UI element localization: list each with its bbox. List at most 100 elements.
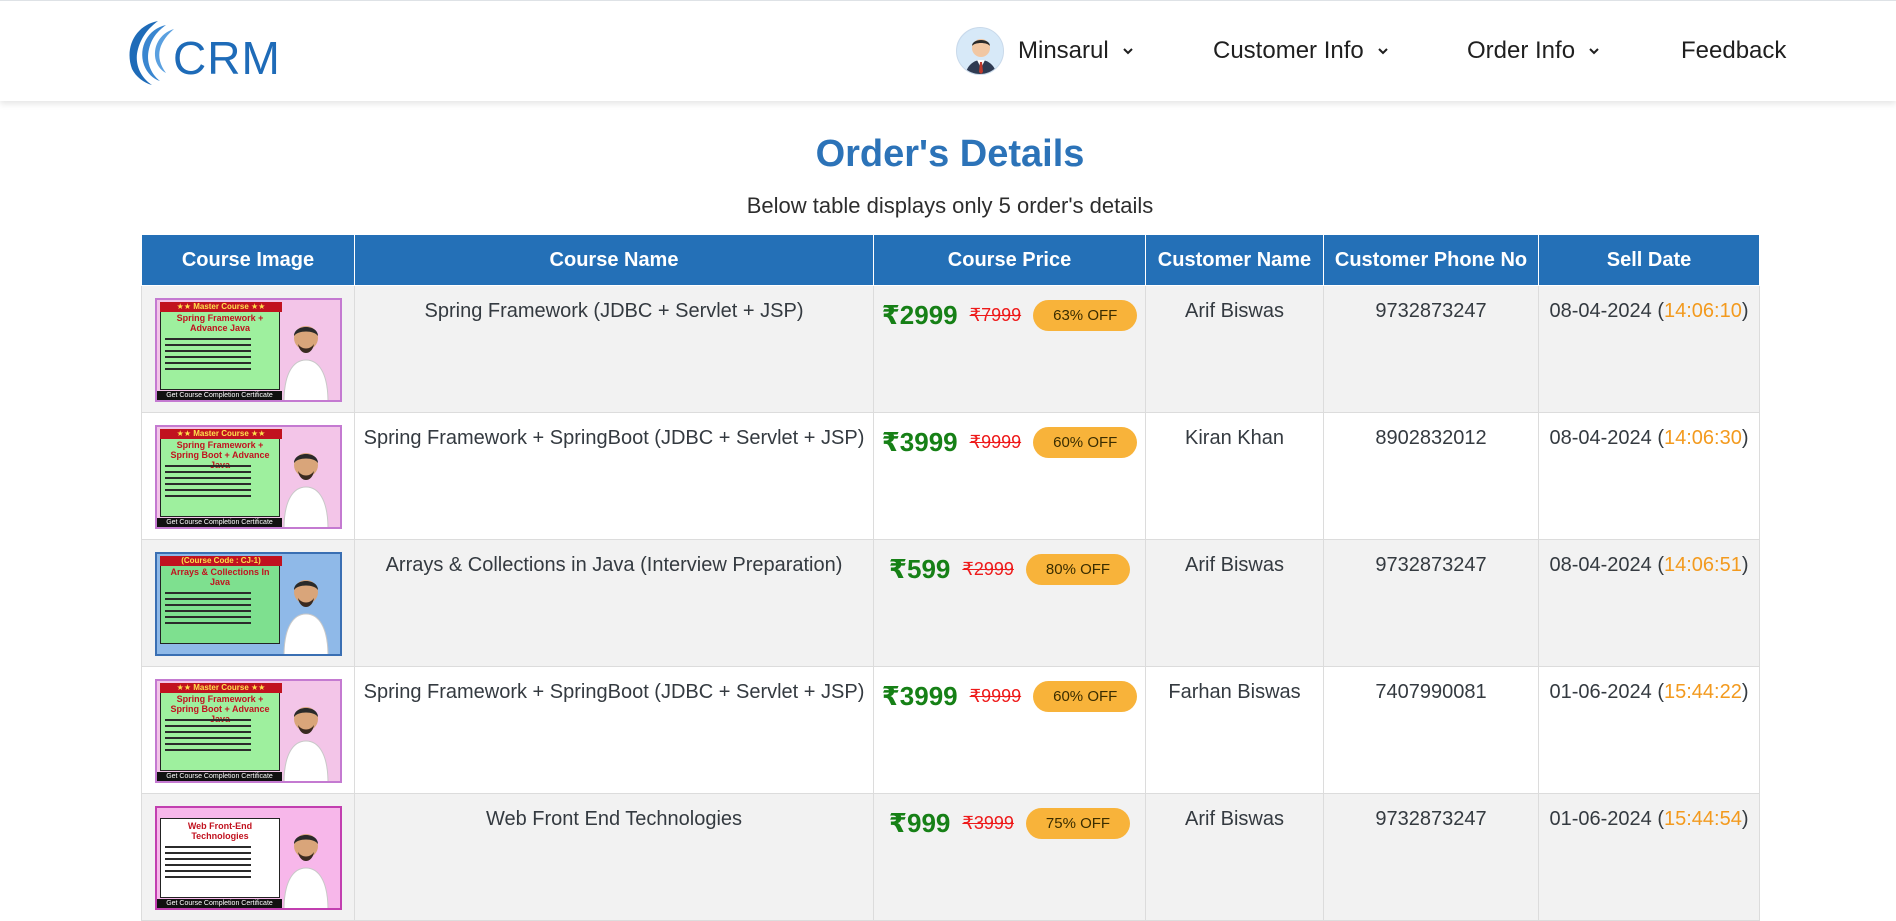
thumbnail-head: ★★ Master Course ★★: [160, 302, 282, 312]
sell-time: 15:44:22: [1664, 681, 1742, 703]
original-price: ₹2999: [962, 559, 1014, 579]
sell-date: 08-04-2024: [1549, 554, 1652, 576]
thumbnail-footer: Get Course Completion Certificate: [157, 518, 282, 527]
sell-date: 01-06-2024: [1549, 808, 1652, 830]
sell-date-cell: 08-04-2024 (14:06:30): [1538, 412, 1760, 540]
sell-time: 14:06:51: [1664, 554, 1742, 576]
customer-phone: 9732873247: [1375, 808, 1487, 830]
customer-name-cell: Arif Biswas: [1145, 539, 1324, 667]
course-price-cell: ₹999 ₹3999 75% OFF: [873, 793, 1146, 921]
course-thumbnail: ★★ Master Course ★★ Spring Framework + Ad…: [155, 298, 342, 402]
nav-order-info-label: Order Info: [1467, 37, 1576, 64]
thumbnail-lines: [165, 846, 273, 882]
header-customer-phone: Customer Phone No: [1323, 234, 1539, 286]
table-row: Web Front-End Technologies Get Course Com…: [141, 793, 1760, 921]
thumbnail-head: ★★ Master Course ★★: [160, 683, 282, 693]
customer-name-cell: Arif Biswas: [1145, 793, 1324, 921]
table-header-row: Course Image Course Name Course Price Cu…: [141, 234, 1760, 286]
header-course-name: Course Name: [354, 234, 874, 286]
current-price: ₹3999: [881, 681, 958, 711]
customer-name: Arif Biswas: [1185, 808, 1284, 830]
customer-name: Arif Biswas: [1185, 554, 1284, 576]
instructor-figure: [280, 306, 332, 400]
table-row: (Course Code : CJ-1) Arrays & Collections…: [141, 539, 1760, 667]
original-price: ₹7999: [969, 305, 1022, 325]
user-menu[interactable]: Minsarul: [956, 27, 1135, 75]
customer-phone-cell: 8902832012: [1323, 412, 1539, 540]
header-customer-name: Customer Name: [1145, 234, 1324, 286]
discount-badge: 60% OFF: [1033, 681, 1138, 712]
nav-customer-info[interactable]: Customer Info: [1213, 31, 1390, 71]
course-name-cell: Spring Framework (JDBC + Servlet + JSP): [354, 285, 874, 413]
table-row: ★★ Master Course ★★ Spring Framework + Sp…: [141, 666, 1760, 794]
sell-date: 08-04-2024: [1549, 427, 1652, 449]
sell-date-cell: 01-06-2024 (15:44:54): [1538, 793, 1760, 921]
user-avatar-icon: [956, 27, 1004, 75]
discount-badge: 63% OFF: [1033, 300, 1138, 331]
nav-feedback[interactable]: Feedback: [1681, 31, 1786, 71]
course-image-cell: ★★ Master Course ★★ Spring Framework + Sp…: [141, 412, 355, 540]
discount-badge: 60% OFF: [1033, 427, 1138, 458]
nav-order-info[interactable]: Order Info: [1467, 31, 1601, 71]
thumbnail-lines: [165, 719, 273, 755]
sell-date-cell: 01-06-2024 (15:44:22): [1538, 666, 1760, 794]
original-price: ₹9999: [969, 432, 1022, 452]
instructor-figure: [280, 814, 332, 908]
customer-phone: 7407990081: [1375, 681, 1487, 703]
course-price-cell: ₹3999 ₹9999 60% OFF: [873, 666, 1146, 794]
course-name-cell: Spring Framework + SpringBoot (JDBC + Se…: [354, 666, 874, 794]
sell-time: 14:06:10: [1664, 300, 1742, 322]
course-name: Spring Framework (JDBC + Servlet + JSP): [424, 300, 804, 322]
original-price: ₹9999: [969, 686, 1022, 706]
course-name: Web Front End Technologies: [485, 808, 743, 830]
course-name: Arrays & Collections in Java (Interview …: [385, 554, 843, 576]
nav-feedback-label: Feedback: [1681, 37, 1787, 64]
sell-date: 08-04-2024: [1549, 300, 1652, 322]
course-price-cell: ₹599 ₹2999 80% OFF: [873, 539, 1146, 667]
current-price: ₹3999: [881, 427, 958, 457]
customer-name: Kiran Khan: [1185, 427, 1284, 449]
course-name: Spring Framework + SpringBoot (JDBC + Se…: [363, 427, 865, 449]
course-thumbnail: ★★ Master Course ★★ Spring Framework + Sp…: [155, 679, 342, 783]
discount-badge: 75% OFF: [1025, 808, 1131, 839]
course-price-cell: ₹2999 ₹7999 63% OFF: [873, 285, 1146, 413]
customer-phone: 9732873247: [1375, 300, 1487, 322]
sell-date: 01-06-2024: [1549, 681, 1652, 703]
thumbnail-head: (Course Code : CJ-1): [160, 556, 282, 566]
top-navbar: CRM Minsarul Customer Info Order Info Fe…: [0, 0, 1896, 101]
thumbnail-head: ★★ Master Course ★★: [160, 429, 282, 439]
instructor-figure: [280, 687, 332, 781]
chevron-down-icon: [1378, 48, 1388, 55]
header-sell-date: Sell Date: [1538, 234, 1760, 286]
course-image-cell: Web Front-End Technologies Get Course Com…: [141, 793, 355, 921]
customer-name-cell: Kiran Khan: [1145, 412, 1324, 540]
thumbnail-lines: [165, 465, 273, 501]
customer-name: Farhan Biswas: [1168, 681, 1301, 703]
course-name-cell: Arrays & Collections in Java (Interview …: [354, 539, 874, 667]
thumbnail-footer: Get Course Completion Certificate: [157, 772, 282, 781]
user-name: Minsarul: [1018, 37, 1109, 64]
course-name-cell: Web Front End Technologies: [354, 793, 874, 921]
course-image-cell: ★★ Master Course ★★ Spring Framework + Ad…: [141, 285, 355, 413]
customer-phone: 8902832012: [1375, 427, 1487, 449]
thumbnail-title: Spring Framework + Advance Java: [176, 313, 264, 333]
customer-phone-cell: 9732873247: [1323, 539, 1539, 667]
customer-phone-cell: 9732873247: [1323, 285, 1539, 413]
thumbnail-title: Arrays & Collections In Java: [170, 567, 270, 587]
course-image-cell: ★★ Master Course ★★ Spring Framework + Sp…: [141, 666, 355, 794]
course-name: Spring Framework + SpringBoot (JDBC + Se…: [363, 681, 865, 703]
course-name-cell: Spring Framework + SpringBoot (JDBC + Se…: [354, 412, 874, 540]
price-group: ₹3999 ₹9999 60% OFF: [874, 427, 1145, 458]
sell-time: 15:44:54: [1664, 808, 1742, 830]
current-price: ₹599: [888, 554, 951, 584]
brand-name: CRM: [173, 32, 281, 84]
table-row: ★★ Master Course ★★ Spring Framework + Ad…: [141, 285, 1760, 413]
customer-name-cell: Farhan Biswas: [1145, 666, 1324, 794]
current-price: ₹999: [888, 808, 951, 838]
header-course-price: Course Price: [873, 234, 1146, 286]
brand-logo[interactable]: CRM: [118, 17, 281, 87]
original-price: ₹3999: [962, 813, 1014, 833]
sell-time: 14:06:30: [1664, 427, 1742, 449]
course-thumbnail: Web Front-End Technologies Get Course Com…: [155, 806, 342, 910]
thumbnail-title: Web Front-End Technologies: [187, 821, 253, 841]
